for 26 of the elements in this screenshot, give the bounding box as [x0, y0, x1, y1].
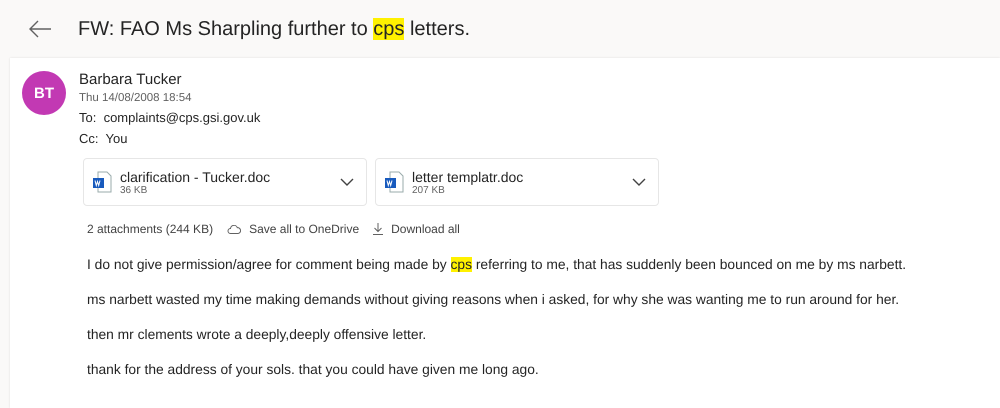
avatar: BT	[22, 71, 66, 115]
attachment-name: letter templatr.doc	[412, 168, 524, 184]
cc-line: Cc: You	[79, 130, 128, 148]
save-to-cloud-button[interactable]: Save all to OneDrive	[227, 222, 360, 236]
email-subject: FW: FAO Ms Sharpling further to cps letters.	[78, 18, 470, 40]
attachment-summary: 2 attachments (244 KB)	[87, 222, 214, 236]
chevron-down-icon[interactable]	[632, 178, 646, 186]
sender-name: Barbara Tucker	[79, 70, 183, 90]
to-line: To: complaints@cps.gsi.gov.uk	[79, 109, 260, 127]
sent-date: Thu 14/08/2008 18:54	[79, 91, 193, 106]
download-icon	[373, 223, 384, 235]
cloud-icon	[227, 224, 242, 234]
attachment-card[interactable]: letter templatr.doc 207 KB	[375, 158, 659, 206]
message-paragraph: ms narbett wasted my time making demands without giving reasons when i asked, for why she was wanting me to run around for her.	[87, 291, 900, 309]
attachment-card[interactable]: clarification - Tucker.doc 36 KB	[83, 158, 367, 206]
word-document-icon	[384, 171, 404, 193]
word-document-icon	[92, 171, 112, 193]
download-all-button[interactable]: Download all	[373, 222, 460, 236]
message-paragraph: I do not give permission/agree for comment being made by cps referring to me, that has suddenly been bounced on me by ms narbett.	[87, 256, 908, 274]
back-arrow-icon[interactable]	[28, 20, 52, 38]
chevron-down-icon[interactable]	[340, 178, 354, 186]
message-paragraph: then mr clements wrote a deeply,deeply offensive letter.	[87, 326, 428, 344]
attachment-size: 36 KB	[120, 184, 148, 196]
message-paragraph: thank for the address of your sols. that you could have given me long ago.	[87, 361, 540, 379]
attachment-name: clarification - Tucker.doc	[120, 168, 272, 184]
attachment-size: 207 KB	[412, 184, 446, 196]
